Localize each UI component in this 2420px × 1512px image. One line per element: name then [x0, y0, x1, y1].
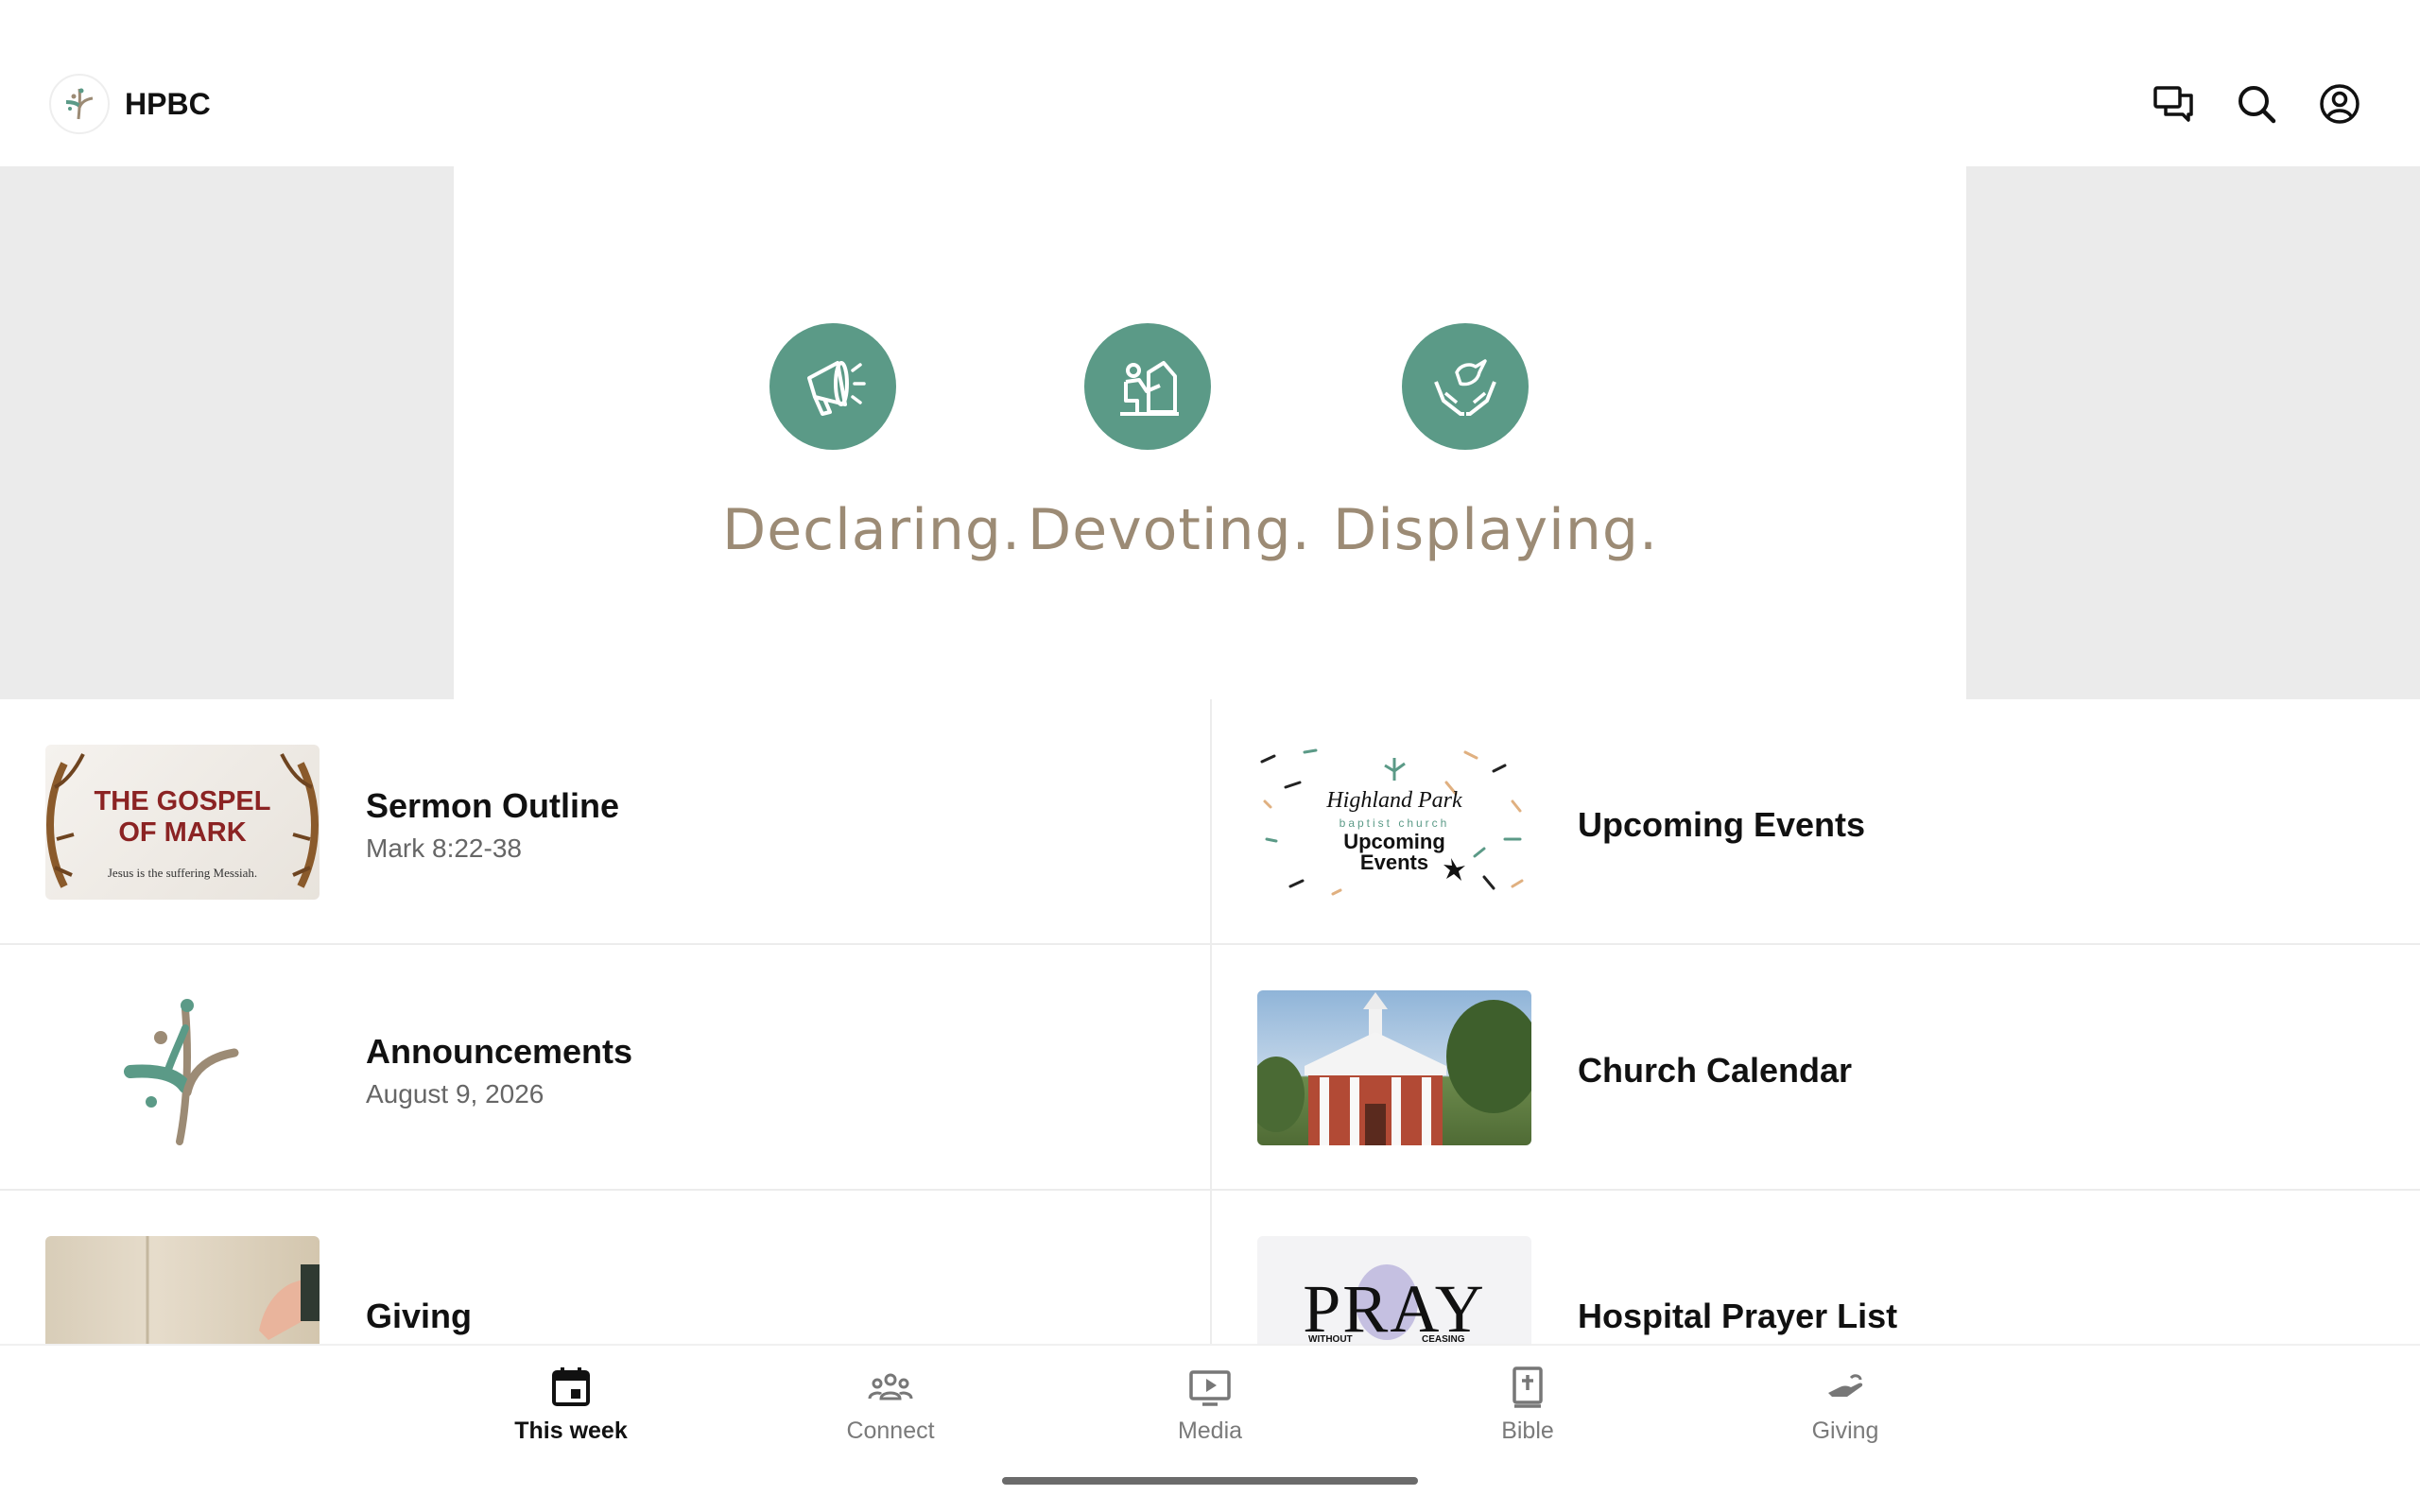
- card-title: Sermon Outline: [366, 786, 620, 825]
- dove-hands-icon: [1402, 323, 1529, 450]
- card-title: Announcements: [366, 1032, 633, 1071]
- pray-thumbnail: PRAY WITHOUT CEASING: [1257, 1236, 1531, 1344]
- card-sermon-outline[interactable]: THE GOSPEL OF MARK Jesus is the sufferin…: [0, 699, 1210, 945]
- church-logo[interactable]: [49, 74, 110, 134]
- card-subtitle: August 9, 2026: [366, 1079, 544, 1108]
- card-giving[interactable]: Giving: [0, 1191, 1210, 1344]
- nav-label: Media: [1177, 1418, 1243, 1444]
- church-logo-icon: [65, 88, 94, 120]
- megaphone-icon: [769, 323, 896, 450]
- nav-label: Connect: [846, 1418, 935, 1444]
- nav-label: Giving: [1811, 1418, 1879, 1444]
- church-building-icon: [1257, 992, 1531, 1145]
- giving-photo: [45, 1236, 320, 1344]
- pillar-word: Devoting.: [1028, 497, 1311, 563]
- play-screen-icon: [1189, 1370, 1231, 1406]
- nav-label: Bible: [1501, 1418, 1554, 1444]
- thumb-line: OF MARK: [118, 817, 247, 848]
- nav-giving[interactable]: Giving: [1732, 1365, 1959, 1469]
- bottom-navigation: This week Connect Media Bible Giving: [0, 1344, 2420, 1512]
- thumb-line: PRAY: [1303, 1271, 1486, 1344]
- church-photo: [1257, 990, 1531, 1145]
- card-title: Hospital Prayer List: [1578, 1297, 1898, 1335]
- hero-banner[interactable]: Declaring. Devoting. Displaying.: [0, 166, 2420, 699]
- card-subtitle: Mark 8:22-38: [366, 833, 522, 863]
- card-title: Upcoming Events: [1578, 805, 1866, 844]
- thumb-line: WITHOUT: [1308, 1334, 1353, 1344]
- content-grid: THE GOSPEL OF MARK Jesus is the sufferin…: [0, 699, 2420, 1344]
- account-icon[interactable]: [2317, 81, 2362, 127]
- home-indicator[interactable]: [1002, 1477, 1418, 1485]
- kneeling-prayer-icon: [1084, 323, 1211, 450]
- app-header: HPBC: [0, 0, 2420, 166]
- card-title: Giving: [366, 1297, 473, 1335]
- nav-label: This week: [514, 1418, 628, 1444]
- bible-icon: [1512, 1366, 1543, 1408]
- people-icon: [868, 1373, 913, 1400]
- thumb-line: Highland Park: [1326, 788, 1462, 813]
- pillar-devoting: Devoting.: [1028, 166, 1387, 699]
- pillar-declaring: Declaring.: [722, 166, 1072, 699]
- nav-bible[interactable]: Bible: [1414, 1365, 1641, 1469]
- card-title: Church Calendar: [1578, 1051, 1853, 1090]
- pillar-displaying: Displaying.: [1333, 166, 1704, 699]
- nav-media[interactable]: Media: [1097, 1365, 1323, 1469]
- thumb-line: CEASING: [1422, 1334, 1465, 1344]
- pillar-word: Displaying.: [1333, 497, 1659, 563]
- thumb-line: THE GOSPEL: [94, 786, 271, 816]
- calendar-icon: [552, 1367, 590, 1406]
- card-hospital-prayer-list[interactable]: PRAY WITHOUT CEASING Hospital Prayer Lis…: [1212, 1191, 2420, 1344]
- chat-icon[interactable]: [2151, 81, 2196, 127]
- church-logo-icon: [124, 999, 239, 1145]
- sermon-thumbnail: THE GOSPEL OF MARK Jesus is the sufferin…: [45, 745, 320, 900]
- thumb-line: Upcoming: [1343, 830, 1445, 853]
- card-announcements[interactable]: Announcements August 9, 2026: [0, 945, 1210, 1191]
- thumb-line: baptist church: [1339, 816, 1450, 830]
- thumb-line: Events: [1359, 850, 1429, 874]
- banner-image: Declaring. Devoting. Displaying.: [454, 166, 1966, 699]
- nav-connect[interactable]: Connect: [777, 1365, 1004, 1469]
- app-title: HPBC: [125, 87, 211, 121]
- hand-icon: [146, 1236, 320, 1344]
- thumb-caption: Jesus is the suffering Messiah.: [107, 866, 258, 880]
- card-church-calendar[interactable]: Church Calendar: [1212, 945, 2420, 1191]
- events-thumbnail: Highland Park baptist church Upcoming Ev…: [1257, 745, 1531, 900]
- pillar-word: Declaring.: [722, 497, 1022, 563]
- giving-hand-icon: [1828, 1374, 1863, 1397]
- card-upcoming-events[interactable]: Highland Park baptist church Upcoming Ev…: [1212, 699, 2420, 945]
- announcements-thumbnail: [45, 990, 320, 1145]
- search-icon[interactable]: [2234, 81, 2279, 127]
- nav-this-week[interactable]: This week: [458, 1365, 684, 1469]
